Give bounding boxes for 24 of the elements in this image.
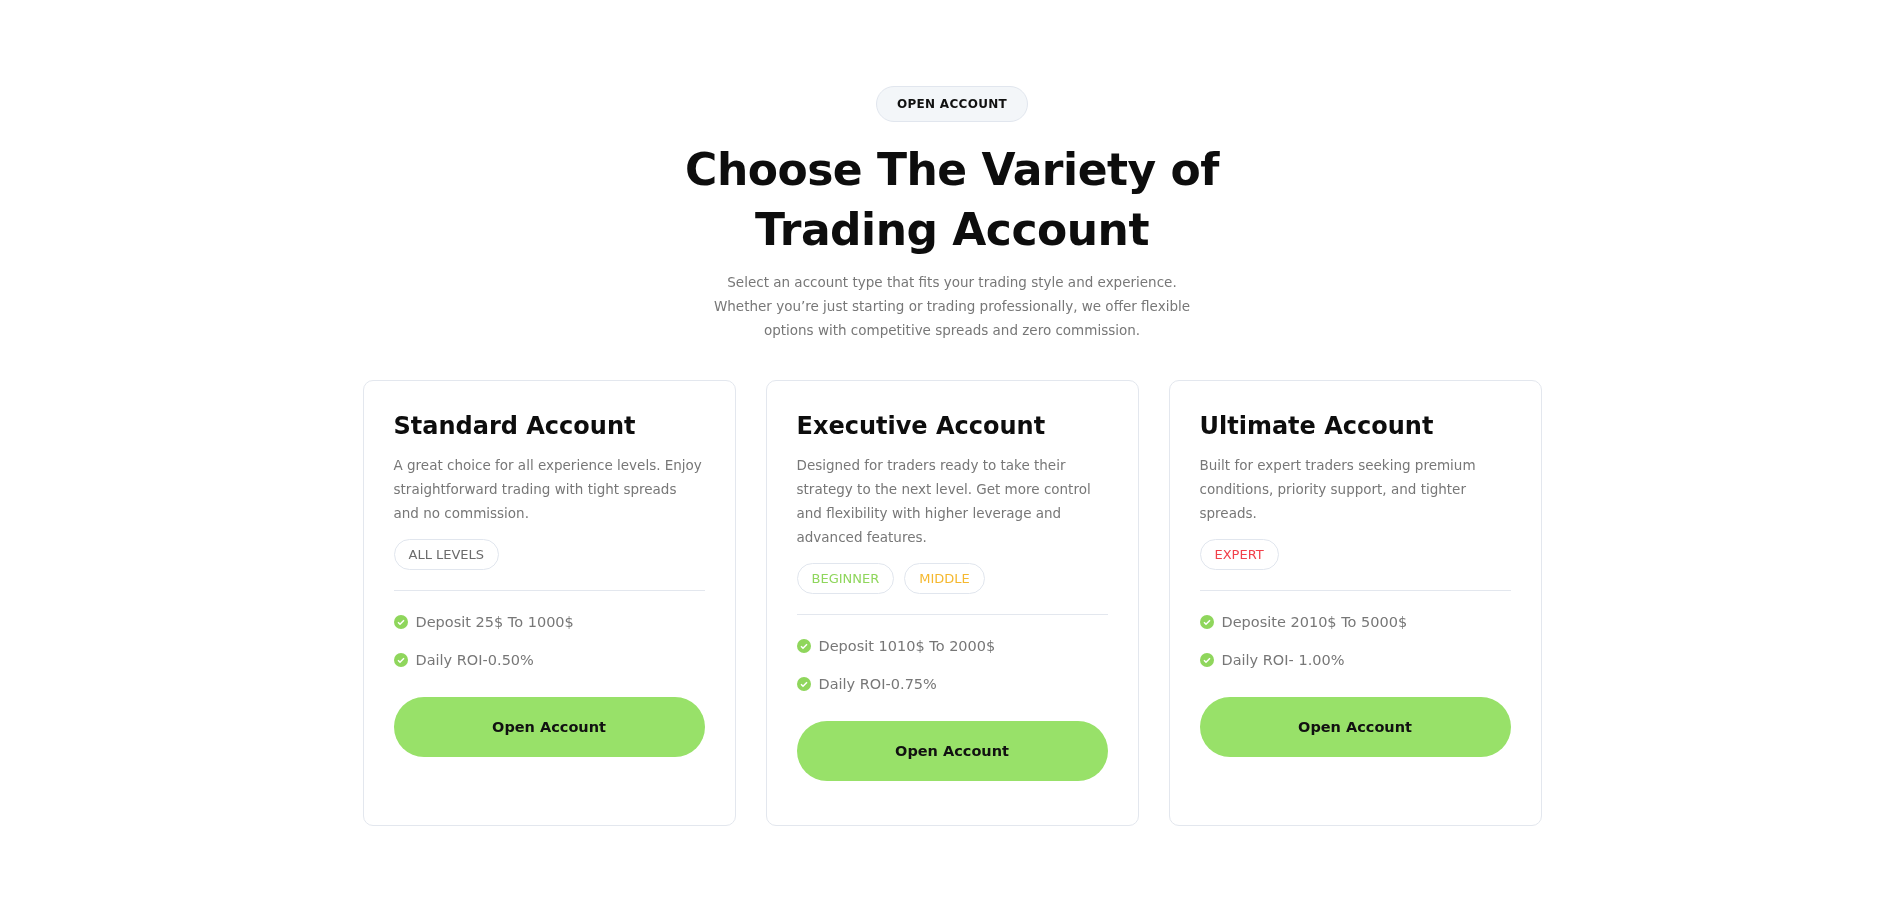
- plan-description: A great choice for all experience levels. Enjoy straightforward trading with tight spreads and no commission.: [393, 456, 703, 523]
- plan-description: Built for expert traders seeking premium conditions, priority support, and tighter spreads.: [1199, 456, 1477, 523]
- check-icon: [393, 653, 408, 667]
- open-account-button[interactable]: Open Account: [1199, 697, 1511, 757]
- section-badge: OPEN ACCOUNT: [875, 86, 1029, 122]
- feature-text: Daily ROI-0.75%: [818, 676, 937, 692]
- feature-text: Deposite 2010$ To 5000$: [1221, 614, 1408, 630]
- feature-text: Daily ROI-0.50%: [415, 652, 534, 668]
- plan-description: Designed for traders ready to take their strategy to the next level. Get more control and flexibility with higher leverage and advanced features.: [796, 456, 1092, 547]
- open-account-button[interactable]: Open Account: [393, 697, 705, 757]
- section-title: Choose The Variety of Trading Account: [684, 143, 1221, 257]
- check-icon: [393, 615, 408, 629]
- plan-title: Executive Account: [796, 411, 1047, 442]
- check-icon: [796, 677, 811, 691]
- feature-text: Deposit 25$ To 1000$: [415, 614, 574, 630]
- plan-title: Standard Account: [393, 411, 637, 442]
- check-icon: [796, 639, 811, 653]
- feature-text: Daily ROI- 1.00%: [1221, 652, 1345, 668]
- section-subtitle: Select an account type that fits your trading style and experience. Whether you’re just starting or trading professionally, we offer flexible options with competitive spreads and zero commission.: [712, 273, 1191, 340]
- open-account-button[interactable]: Open Account: [796, 721, 1108, 781]
- check-icon: [1199, 653, 1214, 667]
- check-icon: [1199, 615, 1214, 629]
- plan-title: Ultimate Account: [1199, 411, 1435, 442]
- feature-text: Deposit 1010$ To 2000$: [818, 638, 996, 654]
